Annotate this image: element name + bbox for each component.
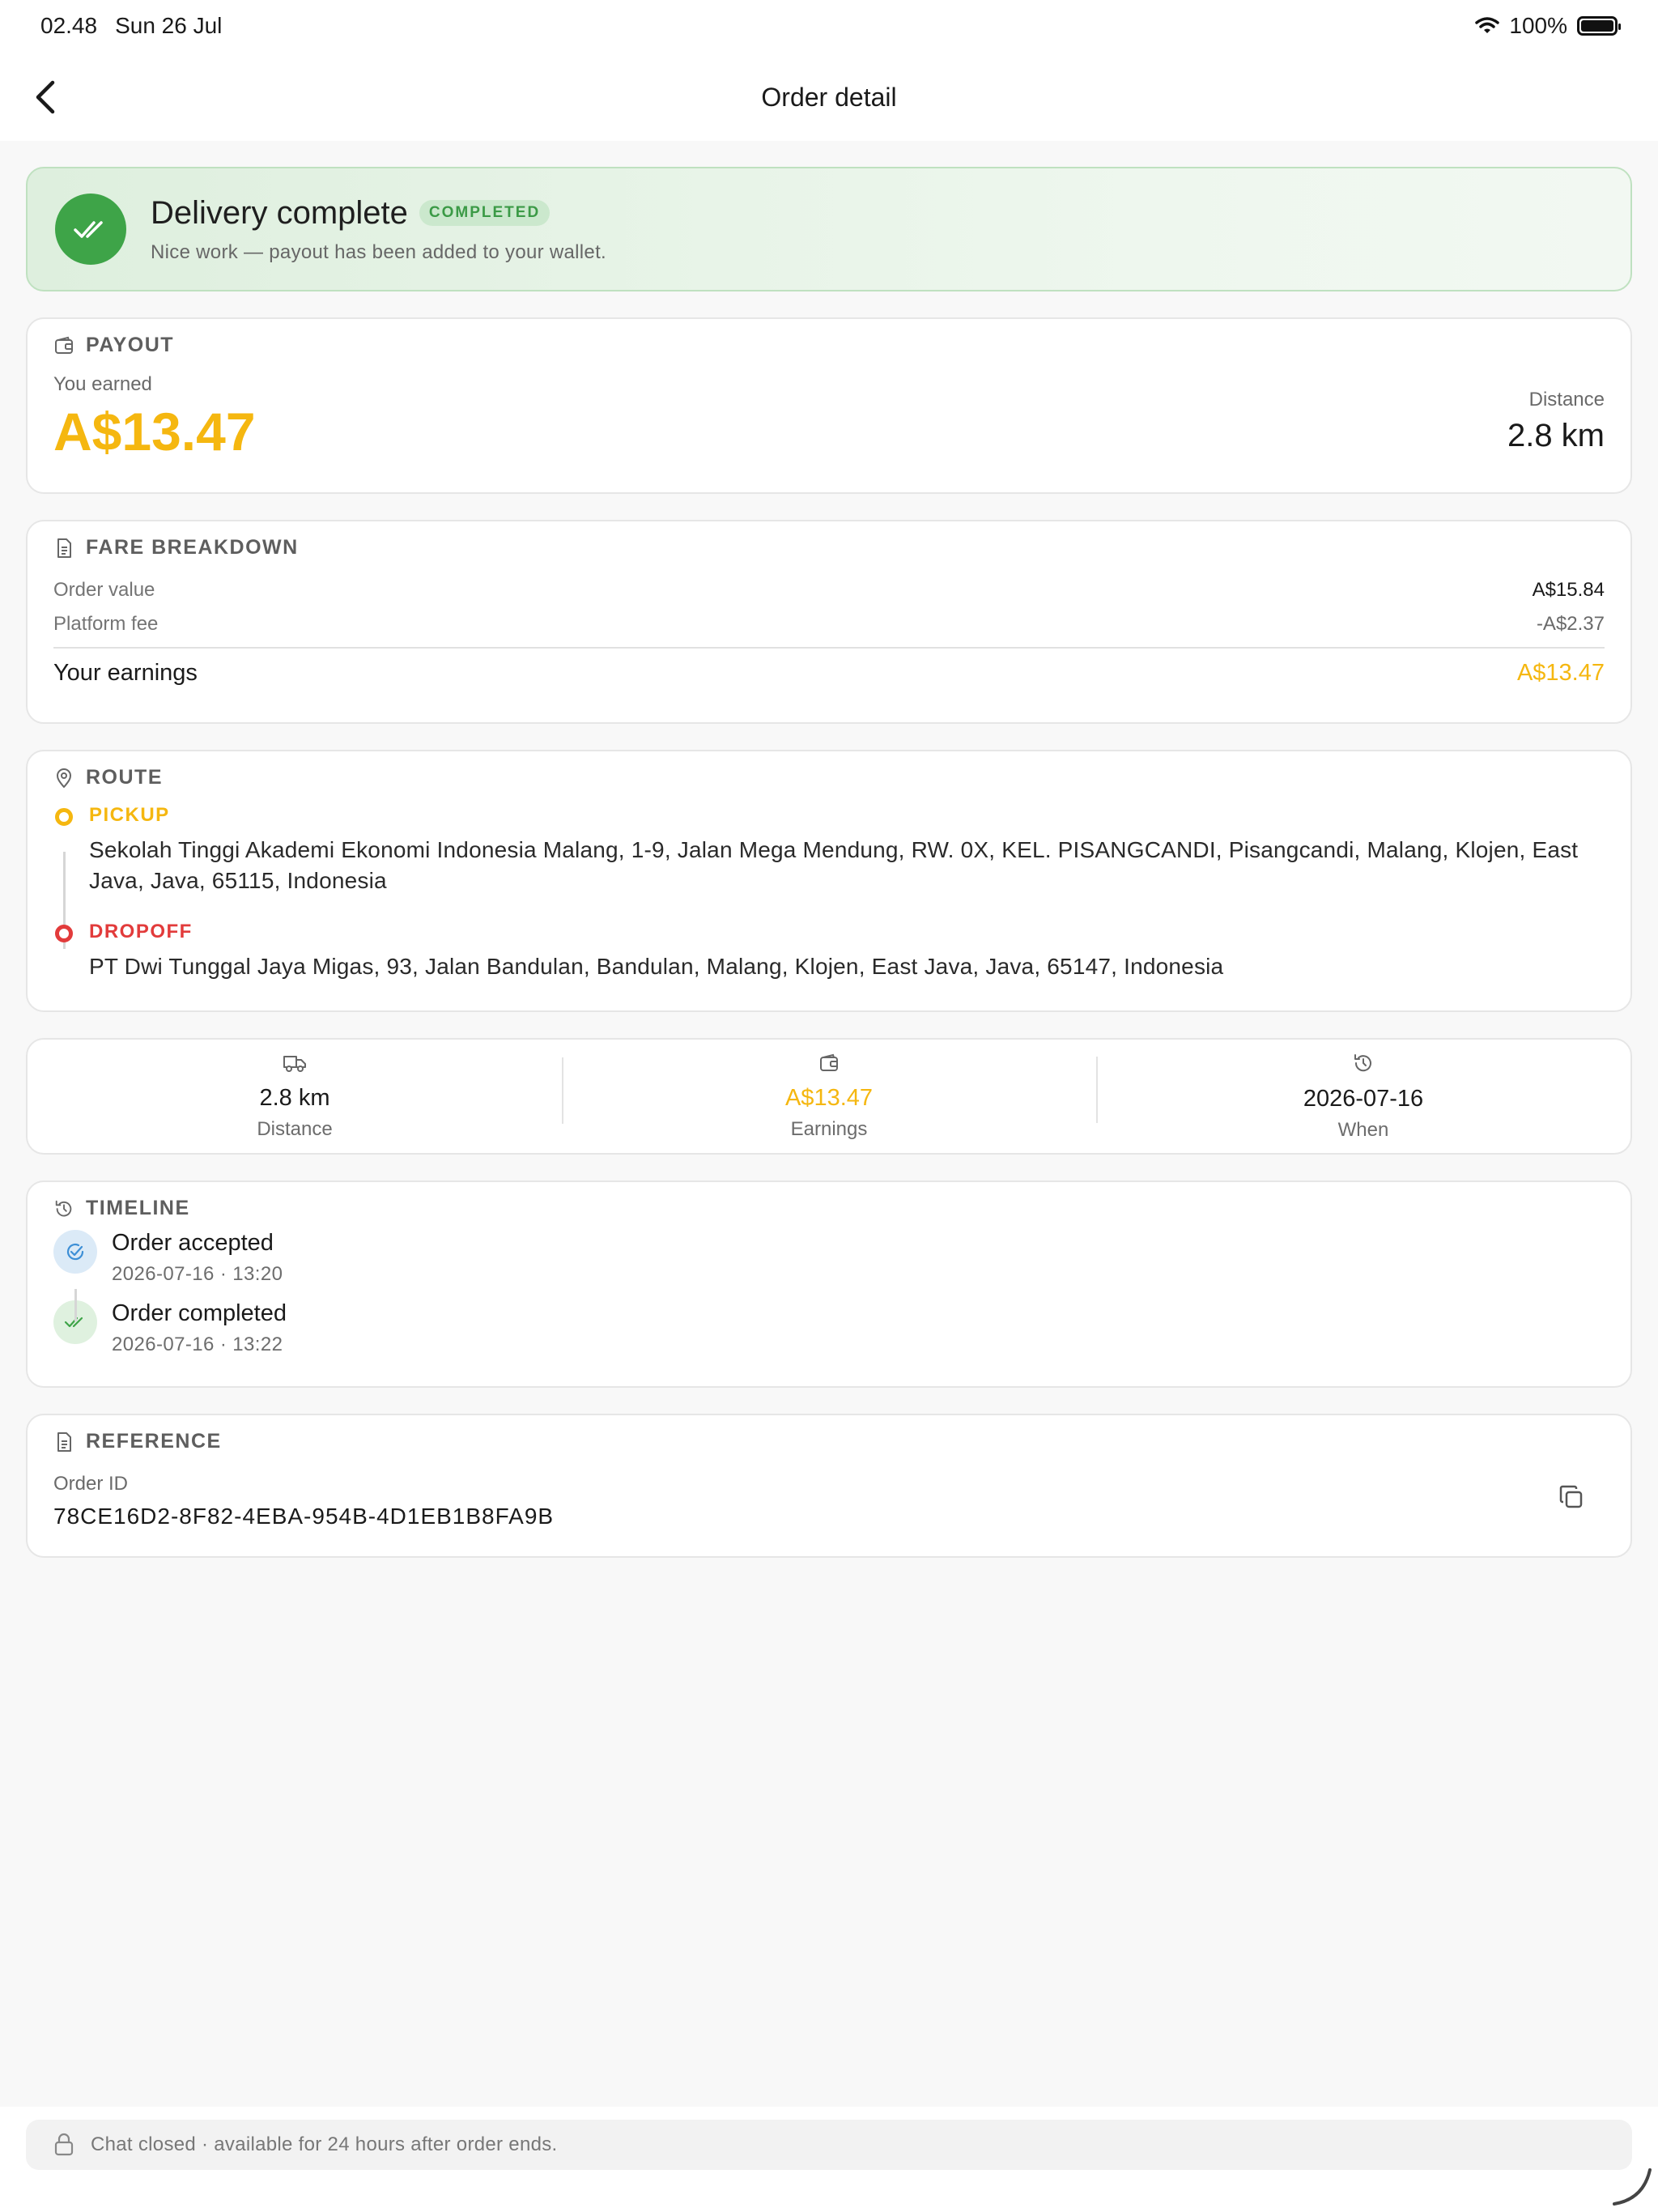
stat-value: 2.8 km [259,1084,330,1111]
dropoff-dot-icon [55,925,73,942]
timeline-item-title: Order accepted [112,1230,274,1256]
timeline-item-title: Order completed [112,1300,287,1326]
truck-icon [283,1055,306,1072]
back-button[interactable] [24,76,66,118]
chat-closed-notice: Chat closed · available for 24 hours aft… [26,2120,1632,2170]
dropoff-stop: DROPOFF PT Dwi Tunggal Jaya Migas, 93, J… [53,921,1605,982]
accepted-check-icon [53,1230,97,1274]
home-indicator-arc-icon [1613,2168,1652,2206]
copy-icon [1559,1485,1583,1508]
reference-section-title: REFERENCE [86,1430,222,1453]
earned-amount: A$13.47 [53,402,256,462]
fare-row-value: A$15.84 [1532,579,1605,601]
order-id-label: Order ID [53,1473,129,1495]
status-badge: COMPLETED [419,200,551,226]
stat-earnings: A$13.47 Earnings [562,1053,1096,1141]
navigation-bar: Order detail [0,65,1658,130]
timeline-item: Order accepted 2026-07-16 · 13:20 [53,1230,1605,1286]
status-date: Sun 26 Jul [115,13,223,38]
history-icon [1354,1053,1371,1071]
route-section-title: ROUTE [86,766,163,789]
lock-icon [54,2133,74,2156]
dropoff-address: PT Dwi Tunggal Jaya Migas, 93, Jalan Ban… [89,954,1224,979]
battery-icon [1577,16,1621,36]
stat-when: 2026-07-16 When [1096,1052,1630,1142]
page-title: Order detail [761,82,897,112]
timeline-connector [74,1289,77,1321]
stat-value: A$13.47 [784,1084,874,1111]
fare-row-label: Platform fee [53,613,159,635]
wallet-icon [820,1053,838,1071]
copy-order-id-button[interactable] [1553,1478,1590,1516]
earned-label: You earned [53,373,152,395]
wallet-icon [55,336,73,354]
timeline-item-time: 2026-07-16 · 13:22 [112,1334,283,1355]
document-icon [57,538,71,558]
document-icon [57,1431,71,1452]
dropoff-label: DROPOFF [89,921,193,942]
chat-footer: Chat closed · available for 24 hours aft… [0,2107,1658,2212]
history-icon [55,1200,72,1216]
main-content: Delivery complete COMPLETED Nice work — … [0,141,1658,1558]
pickup-dot-icon [55,808,73,826]
fare-total-row: Your earnings A$13.47 [53,660,1605,687]
route-card: ROUTE PICKUP Sekolah Tinggi Akademi Ekon… [26,750,1632,1012]
banner-title: Delivery complete [151,194,408,231]
pickup-label: PICKUP [89,804,170,826]
distance-label: Distance [1528,389,1605,410]
fare-row-order-value: Order value A$15.84 [53,579,1605,602]
status-time: 02.48 [40,13,98,38]
fare-row-label: Order value [53,579,155,601]
stat-label: When [1337,1118,1389,1141]
reference-card: REFERENCE Order ID 78CE16D2-8F82-4EBA-95… [26,1414,1632,1558]
stat-distance: 2.8 km Distance [28,1053,562,1141]
pickup-address: Sekolah Tinggi Akademi Ekonomi Indonesia… [89,837,1579,893]
fare-breakdown-card: FARE BREAKDOWN Order value A$15.84 Platf… [26,520,1632,724]
stat-label: Earnings [790,1117,868,1140]
timeline-card: TIMELINE Order accepted 2026-07-16 · 13:… [26,1180,1632,1388]
battery-percent: 100% [1509,13,1567,38]
distance-value: 2.8 km [1507,418,1605,453]
timeline-item-time: 2026-07-16 · 13:20 [112,1263,283,1285]
timeline-section-title: TIMELINE [86,1197,190,1219]
map-pin-icon [57,768,71,788]
status-bar: 02.48 Sun 26 Jul 100% [40,11,1621,40]
double-check-icon [55,194,126,265]
summary-stats-card: 2.8 km Distance A$13.47 Earnings 2026-07… [26,1038,1632,1155]
banner-subtitle: Nice work — payout has been added to you… [151,240,607,263]
chevron-left-icon [36,80,55,114]
fare-divider [53,647,1605,649]
fare-section-title: FARE BREAKDOWN [86,536,299,559]
payout-distance: Distance 2.8 km [1507,389,1605,454]
pickup-stop: PICKUP Sekolah Tinggi Akademi Ekonomi In… [53,804,1605,896]
fare-row-platform-fee: Platform fee -A$2.37 [53,613,1605,636]
timeline-item: Order completed 2026-07-16 · 13:22 [53,1300,1605,1356]
fare-total-value: A$13.47 [1516,660,1605,686]
payout-section-title: PAYOUT [86,334,175,356]
top-bar: 02.48 Sun 26 Jul 100% Order detail [0,0,1658,141]
wifi-icon [1475,17,1500,33]
payout-card: PAYOUT You earned A$13.47 Distance 2.8 k… [26,317,1632,494]
delivery-complete-banner: Delivery complete COMPLETED Nice work — … [26,167,1632,291]
stat-value: 2026-07-16 [1303,1085,1424,1112]
chat-closed-text: Chat closed · available for 24 hours aft… [91,2133,558,2155]
fare-total-label: Your earnings [53,660,198,686]
fare-row-value: -A$2.37 [1536,613,1605,635]
order-id-value: 78CE16D2-8F82-4EBA-954B-4D1EB1B8FA9B [53,1504,555,1529]
stat-label: Distance [257,1117,333,1140]
